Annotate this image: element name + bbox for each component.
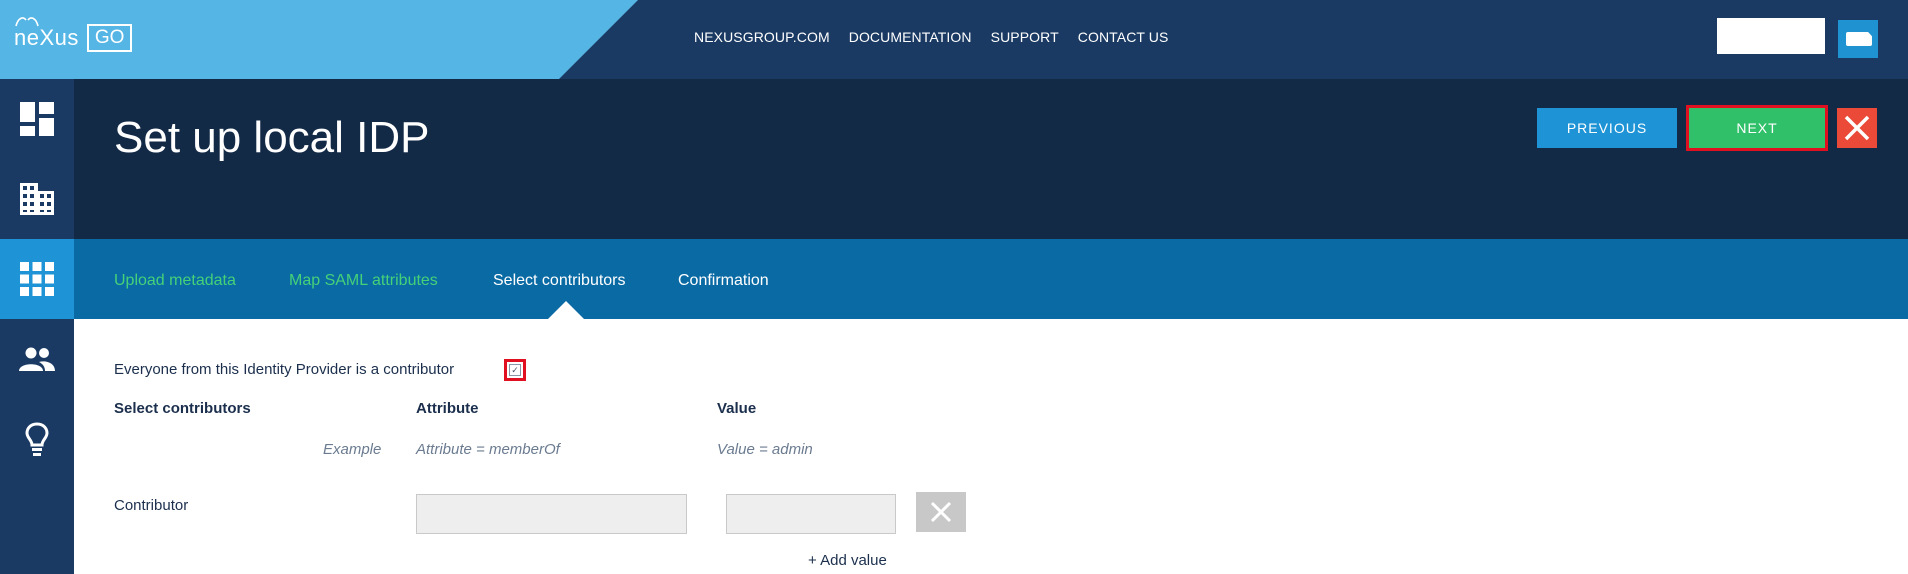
page-header: Set up local IDP PREVIOUS NEXT: [74, 79, 1908, 239]
previous-button[interactable]: PREVIOUS: [1537, 108, 1677, 148]
wings-icon: [15, 17, 39, 27]
apps-grid-icon: [20, 262, 54, 296]
tab-select-contributors[interactable]: Select contributors: [493, 272, 626, 290]
logo-product-go: GO: [86, 24, 133, 52]
everyone-contributor-label: Everyone from this Identity Provider is …: [114, 361, 455, 378]
example-attribute: Attribute = memberOf: [416, 441, 560, 458]
next-button[interactable]: NEXT: [1686, 105, 1828, 151]
current-step-indicator: [548, 301, 584, 319]
column-header-attribute: Attribute: [416, 400, 479, 417]
top-navigation: NEXUSGROUP.COM DOCUMENTATION SUPPORT CON…: [694, 29, 1168, 45]
user-menu-icon[interactable]: [1838, 20, 1878, 58]
contributors-form: Everyone from this Identity Provider is …: [74, 319, 1908, 574]
sidebar-item-organizations[interactable]: [0, 159, 74, 239]
example-value: Value = admin: [717, 441, 813, 458]
tab-confirmation[interactable]: Confirmation: [678, 272, 769, 290]
building-icon: [20, 183, 54, 215]
wizard-steps: Upload metadata Map SAML attributes Sele…: [74, 239, 1908, 319]
attribute-input[interactable]: [416, 494, 687, 534]
contributor-label: Contributor: [114, 497, 189, 514]
top-bar: neXus GO NEXUSGROUP.COM DOCUMENTATION SU…: [0, 0, 1908, 79]
user-name-redacted[interactable]: [1717, 18, 1825, 54]
sidebar-item-ideas[interactable]: [0, 399, 74, 479]
nexus-go-logo[interactable]: neXus GO: [14, 17, 133, 56]
logo-wordmark: neXus: [14, 25, 79, 50]
tab-map-saml-attributes[interactable]: Map SAML attributes: [289, 272, 438, 290]
everyone-contributor-checkbox[interactable]: ✓: [504, 359, 526, 381]
column-header-select-contributors: Select contributors: [114, 400, 251, 417]
sidebar-item-users[interactable]: [0, 319, 74, 399]
remove-contributor-button[interactable]: [916, 492, 966, 532]
nav-link-support[interactable]: SUPPORT: [991, 29, 1059, 45]
page-title: Set up local IDP: [114, 113, 430, 162]
nav-link-nexusgroup[interactable]: NEXUSGROUP.COM: [694, 29, 830, 45]
tab-upload-metadata[interactable]: Upload metadata: [114, 272, 236, 290]
value-input[interactable]: [726, 494, 896, 534]
column-header-value: Value: [717, 400, 757, 417]
add-value-link[interactable]: + Add value: [808, 552, 887, 569]
sidebar-item-dashboard[interactable]: [0, 79, 74, 159]
close-icon: [1844, 115, 1870, 141]
lightbulb-icon: [25, 422, 49, 456]
sidebar-item-apps[interactable]: [0, 239, 74, 319]
sidebar: [0, 79, 74, 574]
nav-link-contact-us[interactable]: CONTACT US: [1078, 29, 1169, 45]
nav-link-documentation[interactable]: DOCUMENTATION: [849, 29, 972, 45]
users-icon: [19, 347, 55, 371]
close-icon: [930, 501, 952, 523]
close-button[interactable]: [1837, 108, 1877, 148]
dashboard-icon: [20, 102, 54, 136]
example-label: Example: [323, 441, 382, 458]
checkmark-icon: ✓: [509, 364, 521, 376]
